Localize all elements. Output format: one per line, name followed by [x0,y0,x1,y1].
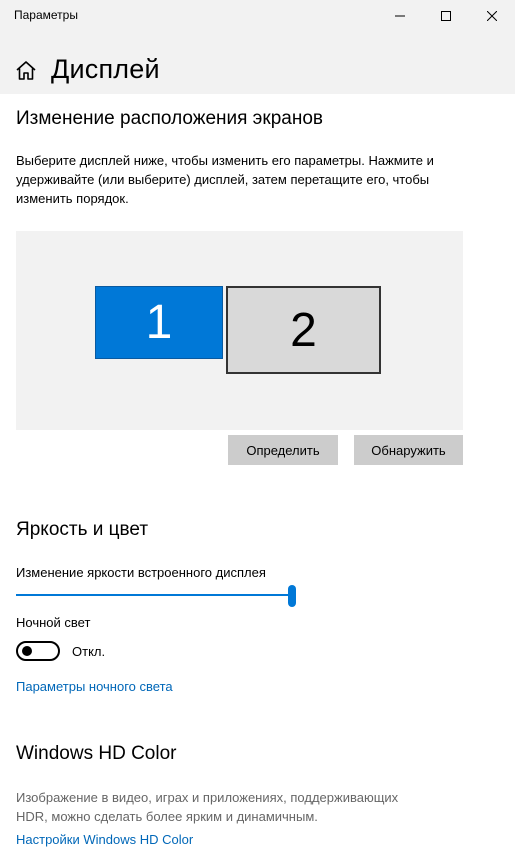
monitor-2[interactable]: 2 [226,286,381,374]
minimize-icon [395,15,405,17]
hdr-description: Изображение в видео, играх и приложениях… [16,788,398,826]
arrange-heading: Изменение расположения экранов [16,108,323,129]
night-light-settings-link[interactable]: Параметры ночного света [16,679,173,694]
arrange-description-line: изменить порядок. [16,191,129,206]
home-icon[interactable] [14,59,38,83]
close-button[interactable] [469,0,515,32]
slider-thumb[interactable] [288,585,296,607]
hdr-description-line: Изображение в видео, играх и приложениях… [16,790,399,805]
arrange-description-line: удерживайте (или выберите) дисплей, зате… [16,172,430,187]
detect-button[interactable]: Обнаружить [354,435,463,465]
window-title: Параметры [14,8,78,22]
monitor-1[interactable]: 1 [95,286,223,359]
maximize-icon [441,11,451,21]
toggle-knob [22,646,32,656]
maximize-button[interactable] [423,0,469,32]
page-header: Дисплей [0,32,515,94]
arrange-description-line: Выберите дисплей ниже, чтобы изменить ег… [16,153,434,168]
minimize-button[interactable] [377,0,423,32]
hdr-description-line: HDR, можно сделать более ярким и динамич… [16,809,318,824]
hdr-settings-link[interactable]: Настройки Windows HD Color [16,832,193,847]
title-bar: Параметры [0,0,515,32]
night-light-toggle[interactable] [16,641,60,661]
slider-track [16,594,289,596]
brightness-slider-label: Изменение яркости встроенного дисплея [16,565,266,580]
arrange-description: Выберите дисплей ниже, чтобы изменить ег… [16,151,434,208]
page-title: Дисплей [51,54,160,84]
display-arrangement-area[interactable]: 1 2 [16,231,463,430]
hdr-heading: Windows HD Color [16,743,177,764]
brightness-heading: Яркость и цвет [16,519,149,540]
close-icon [487,11,497,21]
night-light-state: Откл. [72,644,106,659]
night-light-label: Ночной свет [16,615,91,630]
identify-button[interactable]: Определить [228,435,338,465]
